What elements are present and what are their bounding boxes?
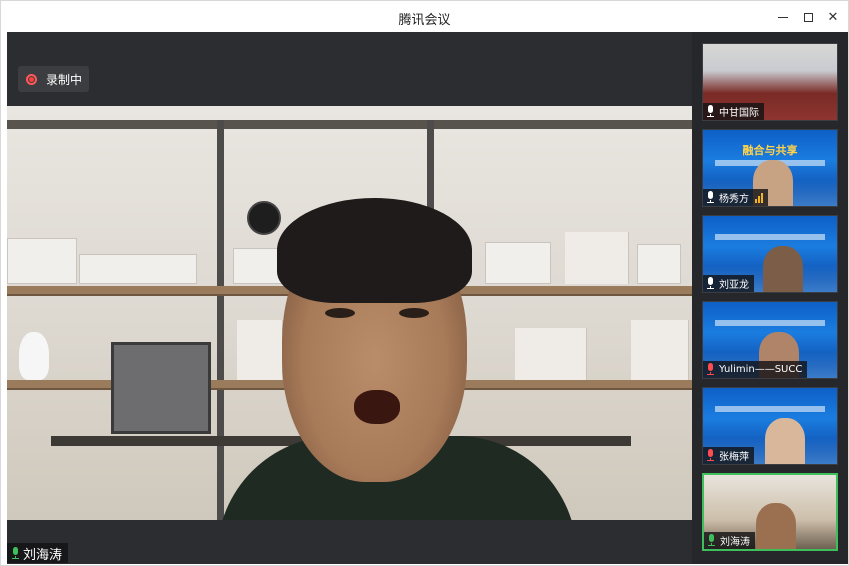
participant-name: 中甘国际: [719, 108, 759, 119]
recording-indicator[interactable]: 录制中: [18, 66, 89, 92]
minimize-icon: [778, 16, 788, 18]
participant-label: 刘亚龙: [703, 275, 754, 292]
minimize-button[interactable]: [773, 7, 793, 27]
mic-icon: [11, 546, 20, 560]
recording-label: 录制中: [46, 72, 83, 87]
mic-icon: [707, 534, 716, 547]
participant-tile-active[interactable]: 刘海涛: [702, 473, 838, 551]
meeting-window: 腾讯会议 ✕ 录制中 刘海涛 中甘国际 融合与共享 杨秀方 刘亚龙 Yulimi…: [0, 0, 849, 566]
slide-subtitle: [715, 406, 825, 412]
participant-label: Yulimin——SUCC: [703, 361, 808, 378]
mic-icon: [706, 277, 715, 290]
shelf-pole: [217, 120, 224, 520]
participant-name: 刘海涛: [720, 537, 750, 548]
slide-subtitle: [715, 320, 825, 326]
speaker-eye: [399, 308, 429, 318]
mic-icon: [706, 105, 715, 118]
close-icon: ✕: [827, 9, 839, 25]
participant-sidebar[interactable]: 中甘国际 融合与共享 杨秀方 刘亚龙 Yulimin——SUCC 张梅萍 刘海涛: [692, 32, 848, 564]
participant-label: 刘海涛: [704, 532, 755, 549]
participant-tile[interactable]: 张梅萍: [702, 387, 838, 465]
speaker-mouth: [354, 390, 400, 424]
storage-box: [637, 244, 681, 284]
slide-banner: 融合与共享: [742, 144, 798, 157]
participant-tile[interactable]: Yulimin——SUCC: [702, 301, 838, 379]
speaker-hair: [277, 198, 472, 303]
participant-name: 杨秀方: [719, 194, 749, 205]
participant-tile[interactable]: 中甘国际: [702, 43, 838, 121]
speaker-eye: [325, 308, 355, 318]
maximize-icon: [803, 12, 813, 22]
participant-name: 张梅萍: [719, 452, 749, 463]
participant-tile[interactable]: 融合与共享 杨秀方: [702, 129, 838, 207]
close-button[interactable]: ✕: [823, 7, 843, 27]
books: [631, 320, 689, 380]
participant-label: 中甘国际: [703, 103, 764, 120]
mic-muted-icon: [706, 363, 715, 376]
participant-face: [756, 503, 796, 549]
shelf-frame: [7, 120, 692, 129]
speaker-video: [7, 106, 692, 520]
main-video-area[interactable]: 录制中 刘海涛: [7, 32, 692, 564]
storage-box: [7, 238, 77, 284]
books: [237, 320, 283, 380]
signal-icon: [754, 192, 763, 203]
participant-tile[interactable]: 刘亚龙: [702, 215, 838, 293]
storage-box: [485, 242, 551, 284]
mic-icon: [706, 191, 715, 204]
slide-subtitle: [715, 234, 825, 240]
title-bar[interactable]: 腾讯会议 ✕: [1, 1, 848, 32]
speaker-name: 刘海涛: [23, 547, 63, 563]
record-icon: [26, 73, 37, 85]
books: [515, 328, 587, 380]
participant-name: Yulimin——SUCC: [719, 364, 803, 375]
laptop: [111, 342, 211, 434]
participant-label: 杨秀方: [703, 189, 768, 206]
participant-label: 张梅萍: [703, 447, 754, 464]
vase: [19, 332, 49, 380]
speaker-name-badge: 刘海涛: [7, 543, 69, 563]
maximize-button[interactable]: [798, 7, 818, 27]
participant-face: [765, 418, 805, 464]
storage-box: [79, 254, 197, 284]
participant-face: [763, 246, 803, 292]
mic-muted-icon: [706, 449, 715, 462]
window-title: 腾讯会议: [398, 13, 451, 28]
participant-name: 刘亚龙: [719, 280, 749, 291]
books: [565, 232, 629, 284]
wall-clock: [247, 201, 281, 235]
